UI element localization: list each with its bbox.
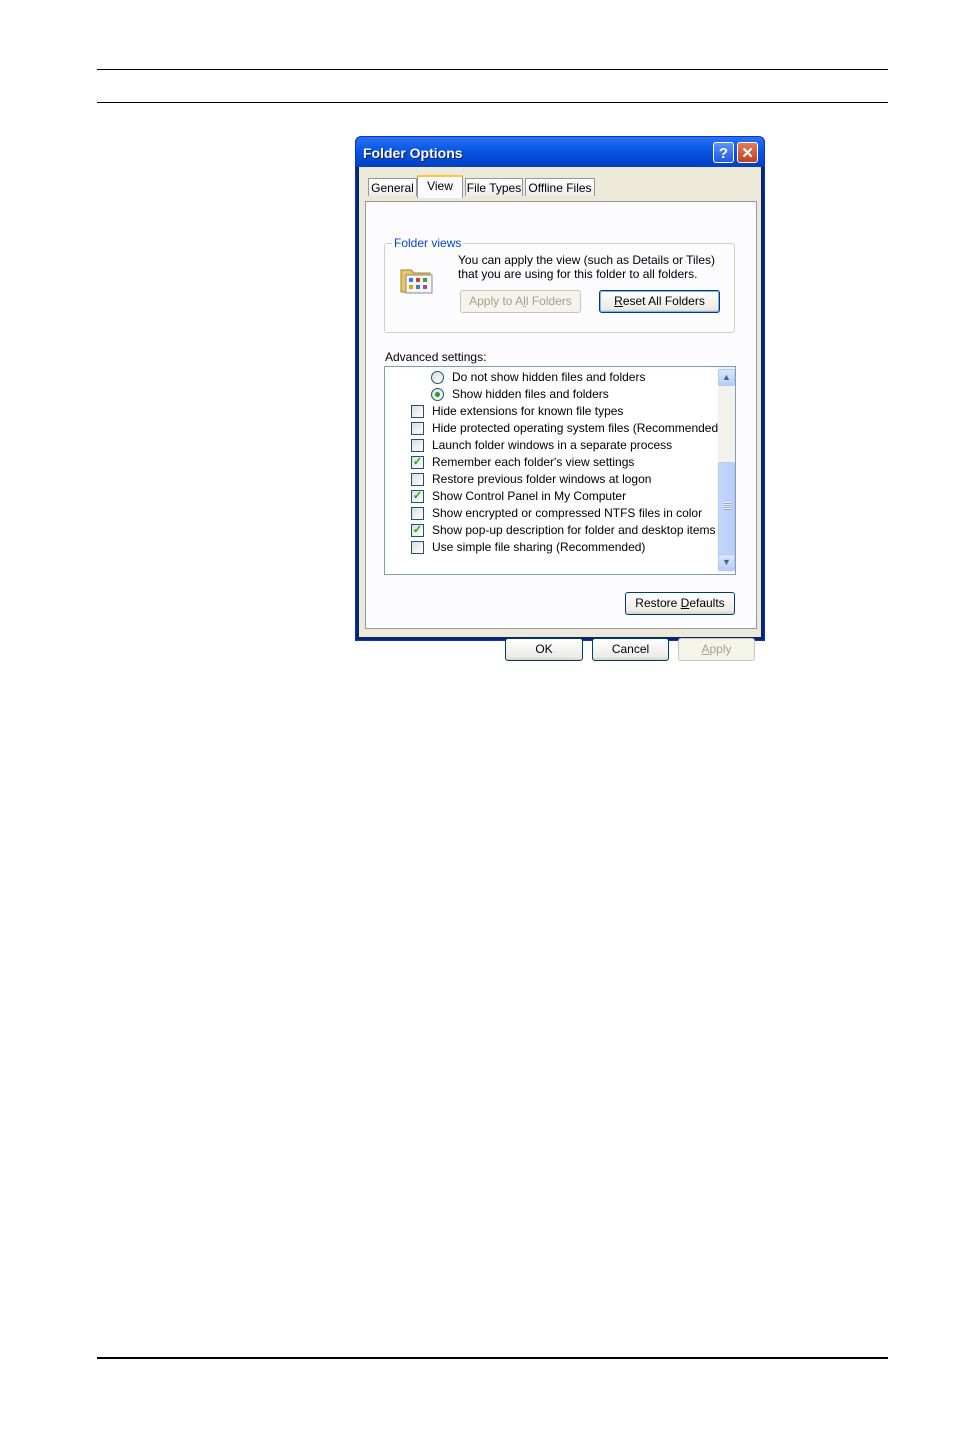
list-item-label: Restore previous folder windows at logon	[432, 472, 652, 486]
advanced-settings-list[interactable]: Do not show hidden files and folders Sho…	[384, 366, 736, 575]
folder-views-description: You can apply the view (such as Details …	[458, 253, 716, 281]
ok-button[interactable]: OK	[505, 638, 583, 661]
checkbox[interactable]	[411, 422, 424, 435]
list-item-label: Remember each folder's view settings	[432, 455, 635, 469]
apply-to-all-folders-button[interactable]: Apply to All Folders	[460, 290, 581, 313]
scrollbar-grip-icon	[724, 502, 731, 510]
checkbox[interactable]	[411, 507, 424, 520]
checkbox-checked[interactable]: ✓	[411, 524, 424, 537]
checkbox-checked[interactable]: ✓	[411, 456, 424, 469]
list-item-label: Hide extensions for known file types	[432, 404, 624, 418]
radio-button[interactable]	[431, 371, 444, 384]
list-item-label: Hide protected operating system files (R…	[432, 421, 723, 435]
list-item-label: Show pop-up description for folder and d…	[432, 523, 716, 537]
header-rule-bottom	[97, 102, 888, 103]
folder-views-legend: Folder views	[392, 236, 464, 250]
cancel-button[interactable]: Cancel	[592, 638, 669, 661]
list-item-label: Show encrypted or compressed NTFS files …	[432, 506, 703, 520]
list-item-label: Use simple file sharing (Recommended)	[432, 540, 646, 554]
list-item-label: Launch folder windows in a separate proc…	[432, 438, 673, 452]
reset-all-folders-label-accelerator: R	[614, 294, 623, 308]
scroll-up-arrow-icon[interactable]: ▲	[718, 369, 735, 386]
reset-all-folders-button[interactable]: Reset All Folders	[599, 290, 720, 313]
apply-to-all-folders-label-part1: Apply to A	[469, 294, 524, 308]
radio-selected-dot	[435, 392, 440, 397]
close-button[interactable]: ✕	[737, 142, 758, 163]
restore-defaults-label-part2: efaults	[689, 596, 725, 610]
list-item-label: Do not show hidden files and folders	[452, 370, 646, 384]
apply-button[interactable]: Apply	[678, 638, 755, 661]
list-item-label: Show Control Panel in My Computer	[432, 489, 627, 503]
checkbox-checked[interactable]: ✓	[411, 490, 424, 503]
folder-options-dialog: Folder Options ? ✕ General View File Typ…	[355, 136, 765, 661]
checkbox[interactable]	[411, 405, 424, 418]
footer-rule	[97, 1357, 888, 1359]
scrollbar-thumb[interactable]	[718, 462, 735, 555]
dialog-client-area: General View File Types Offline Files Fo…	[359, 167, 761, 661]
help-icon: ?	[718, 145, 729, 162]
apply-label: pply	[709, 642, 732, 656]
header-rule-top	[97, 69, 888, 70]
tab-offline-files[interactable]: Offline Files	[525, 178, 595, 196]
scroll-down-arrow-icon[interactable]: ▼	[718, 554, 735, 571]
restore-defaults-button[interactable]: Restore Defaults	[625, 592, 735, 615]
apply-label-accelerator: A	[701, 642, 710, 656]
tab-view[interactable]: View	[417, 175, 463, 198]
apply-to-all-folders-label-part2: l Folders	[525, 294, 572, 308]
radio-button[interactable]	[431, 388, 444, 401]
close-icon: ✕	[741, 145, 754, 162]
vertical-scrollbar[interactable]: ▲ ▼	[718, 367, 735, 572]
checkbox[interactable]	[411, 541, 424, 554]
advanced-settings-label: Advanced settings:	[385, 350, 487, 364]
checkbox[interactable]	[411, 473, 424, 486]
folder-views-icon	[400, 269, 433, 294]
reset-all-folders-label: eset All Folders	[622, 294, 705, 308]
tab-file-types[interactable]: File Types	[465, 178, 523, 196]
checkbox[interactable]	[411, 439, 424, 452]
title-bar[interactable]: Folder Options ? ✕	[356, 137, 764, 167]
dialog-title: Folder Options	[363, 145, 463, 161]
list-item-label: Show hidden files and folders	[452, 387, 609, 401]
help-button[interactable]: ?	[713, 142, 734, 163]
tab-general[interactable]: General	[368, 178, 417, 196]
restore-defaults-label-part1: Restore	[635, 596, 681, 610]
